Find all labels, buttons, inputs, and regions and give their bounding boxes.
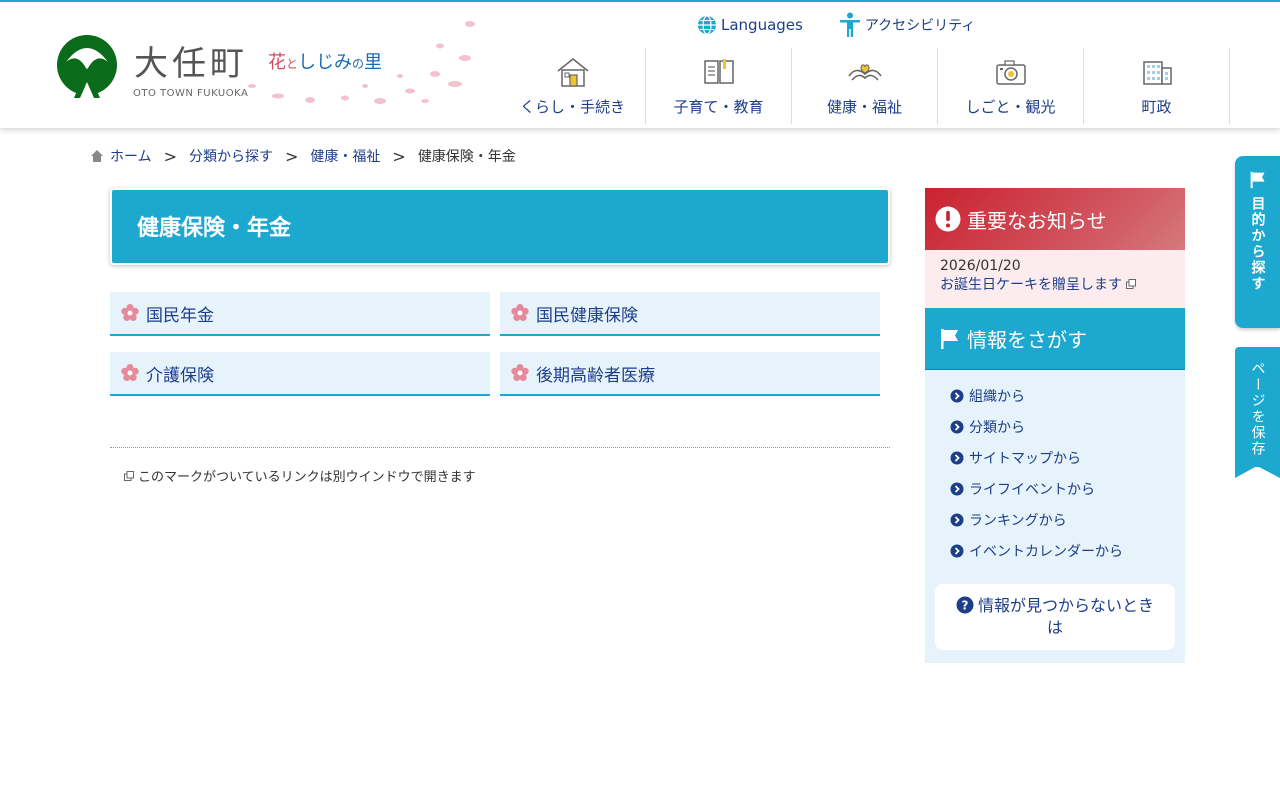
svg-text:?: ? [962,599,969,613]
sidebar: 重要なお知らせ 2026/01/20 お誕生日ケーキを贈呈します 情報をさがす … [925,188,1185,663]
book-icon [703,59,734,84]
category-link-national-pension[interactable]: 国民年金 [110,292,490,336]
chevron-circle-right-icon [950,451,964,464]
important-notice-header: 重要なお知らせ [925,188,1185,250]
nav-item-childcare[interactable]: 子育て・教育 [646,48,792,124]
town-emblem-icon[interactable] [56,32,118,100]
sakura-icon [511,304,529,321]
chevron-circle-right-icon [950,513,964,526]
tagline: 花としじみの里 [268,52,383,73]
breadcrumb-current: 健康保険・年金 [417,149,516,165]
nav-item-health[interactable]: 健康・福祉 [792,48,938,124]
chevron-circle-right-icon [950,482,964,495]
sakura-icon [121,304,139,321]
info-link-ranking[interactable]: ランキングから [935,504,1175,535]
info-link-category[interactable]: 分類から [935,411,1175,442]
chevron-circle-right-icon [950,389,964,402]
camera-icon [995,60,1026,85]
flag-icon [941,328,958,349]
save-page-tab-ribbon [1235,466,1280,478]
info-link-organization[interactable]: 組織から [935,380,1175,411]
breadcrumb-level1[interactable]: 分類から探す [189,146,273,166]
hands-icon [847,64,882,81]
breadcrumb: ホーム > 分類から探す > 健康・福祉 > 健康保険・年金 [90,146,516,166]
info-link-event-calendar[interactable]: イベントカレンダーから [935,535,1175,566]
not-found-help-content: ? 情報が見つからないときは [955,595,1155,639]
info-link-sitemap[interactable]: サイトマップから [935,442,1175,473]
nav-item-town-admin[interactable]: 町政 [1084,48,1230,124]
external-window-icon [1126,279,1137,289]
accessibility-link[interactable]: アクセシビリティ [839,12,975,38]
exclamation-icon [935,206,961,232]
flag-icon [1250,171,1265,189]
external-link-note: このマークがついているリンクは別ウインドウで開きます [124,466,476,485]
notice-link[interactable]: お誕生日ケーキを贈呈します [940,277,1137,293]
info-search-body: 組織から 分類から サイトマップから ライフイベントから ランキングから イベン… [925,370,1185,663]
breadcrumb-level2[interactable]: 健康・福祉 [310,146,380,166]
breadcrumb-separator-icon: > [163,146,177,166]
sakura-icon [121,364,139,381]
notice-date: 2026/01/20 [940,258,1021,274]
languages-link[interactable]: Languages [697,15,803,35]
building-icon [1142,61,1172,85]
page-title: 健康保険・年金 [110,188,890,265]
house-icon [557,58,588,87]
info-link-life-event[interactable]: ライフイベントから [935,473,1175,504]
category-link-elderly-medical[interactable]: 後期高齢者医療 [500,352,880,396]
town-name-romaji: OTO TOWN FUKUOKA [133,88,249,99]
nav-item-living[interactable]: くらし・手続き [500,48,646,124]
purpose-search-tab[interactable]: 目的から探す [1235,156,1280,328]
sakura-icon [511,364,529,381]
nav-item-work-tourism[interactable]: しごと・観光 [938,48,1084,124]
site-header: 大任町 OTO TOWN FUKUOKA 花としじみの里 Languages ア… [0,0,1280,128]
chevron-circle-right-icon [950,544,964,557]
important-notice-body: 2026/01/20 お誕生日ケーキを贈呈します [925,250,1185,308]
home-icon [91,150,103,162]
category-link-care-insurance[interactable]: 介護保険 [110,352,490,396]
content-divider [110,447,890,448]
accessibility-person-icon [839,12,860,37]
category-link-national-health-insurance[interactable]: 国民健康保険 [500,292,880,336]
external-window-icon [124,470,134,481]
question-circle-icon: ? [956,596,974,614]
save-page-tab[interactable]: ページを保存 [1235,347,1280,467]
breadcrumb-separator-icon: > [285,146,299,166]
utility-links: Languages アクセシビリティ [697,12,975,38]
global-nav: くらし・手続き 子育て・教育 健康・福祉 しごと・観光 町政 [500,48,1230,124]
not-found-help-button[interactable]: ? 情報が見つからないときは [935,584,1175,650]
town-name[interactable]: 大任町 [134,36,248,85]
globe-icon [698,15,716,35]
chevron-circle-right-icon [950,420,964,433]
breadcrumb-separator-icon: > [392,146,406,166]
info-search-header: 情報をさがす [925,308,1185,370]
breadcrumb-home[interactable]: ホーム [110,146,152,166]
